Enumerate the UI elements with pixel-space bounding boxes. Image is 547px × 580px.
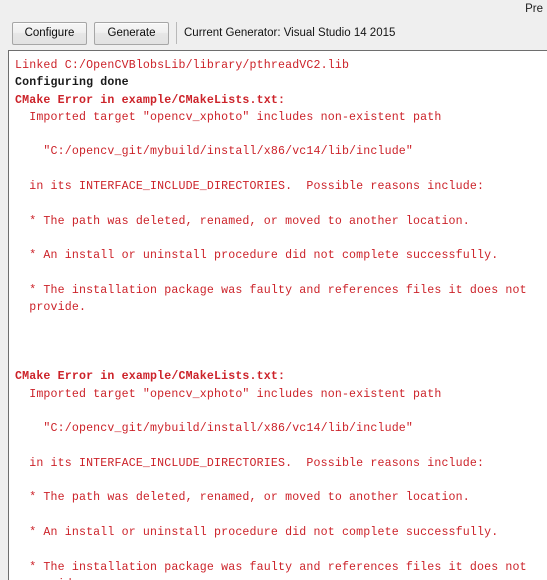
log-line: CMake Error in example/CMakeLists.txt: xyxy=(15,93,286,107)
log-line: in its INTERFACE_INCLUDE_DIRECTORIES. Po… xyxy=(15,456,485,470)
log-line: Linked C:/OpenCVBlobsLib/library/pthread… xyxy=(15,59,350,72)
log-blank-line xyxy=(15,403,543,420)
current-generator-label: Current Generator: Visual Studio 14 2015 xyxy=(184,27,396,39)
log-line: * The path was deleted, renamed, or move… xyxy=(15,491,470,505)
log-blank-line xyxy=(15,351,543,368)
log-blank-line xyxy=(15,230,543,247)
generate-button[interactable]: Generate xyxy=(94,22,169,45)
log-line: * An install or uninstall procedure did … xyxy=(15,249,499,263)
log-line: "C:/opencv_git/mybuild/install/x86/vc14/… xyxy=(15,422,414,436)
log-line: * An install or uninstall procedure did … xyxy=(15,526,499,540)
log-line: * The installation package was faulty an… xyxy=(15,283,527,297)
log-blank-line xyxy=(15,541,543,558)
log-blank-line xyxy=(15,334,543,351)
log-blank-line xyxy=(15,195,543,212)
log-line: * The path was deleted, renamed, or move… xyxy=(15,214,470,228)
log-line: provide. xyxy=(15,576,543,580)
log-output-content: Linked C:/OpenCVBlobsLib/library/pthread… xyxy=(9,51,547,580)
log-blank-line xyxy=(15,316,543,333)
log-blank-line xyxy=(15,126,543,143)
top-strip: Pre xyxy=(0,0,547,18)
log-line: Imported target "opencv_xphoto" includes… xyxy=(15,387,442,401)
clipped-hint-text: Pre xyxy=(525,3,543,15)
log-line: in its INTERFACE_INCLUDE_DIRECTORIES. Po… xyxy=(15,180,485,194)
log-blank-line xyxy=(15,472,543,489)
log-blank-line xyxy=(15,438,543,455)
log-blank-line xyxy=(15,161,543,178)
log-blank-line xyxy=(15,507,543,524)
log-blank-line xyxy=(15,265,543,282)
toolbar: Configure Generate Current Generator: Vi… xyxy=(0,18,547,48)
log-line: Configuring done xyxy=(15,76,129,90)
log-line: provide. xyxy=(15,301,87,315)
cmake-gui-output-panel: Pre Configure Generate Current Generator… xyxy=(0,0,547,580)
log-line: CMake Error in example/CMakeLists.txt: xyxy=(15,370,286,384)
log-line: Imported target "opencv_xphoto" includes… xyxy=(15,110,442,124)
log-line: * The installation package was faulty an… xyxy=(15,560,527,574)
toolbar-separator xyxy=(176,22,177,44)
log-output-area[interactable]: Linked C:/OpenCVBlobsLib/library/pthread… xyxy=(8,50,547,580)
log-line: "C:/opencv_git/mybuild/install/x86/vc14/… xyxy=(15,145,414,159)
configure-button[interactable]: Configure xyxy=(12,22,87,45)
